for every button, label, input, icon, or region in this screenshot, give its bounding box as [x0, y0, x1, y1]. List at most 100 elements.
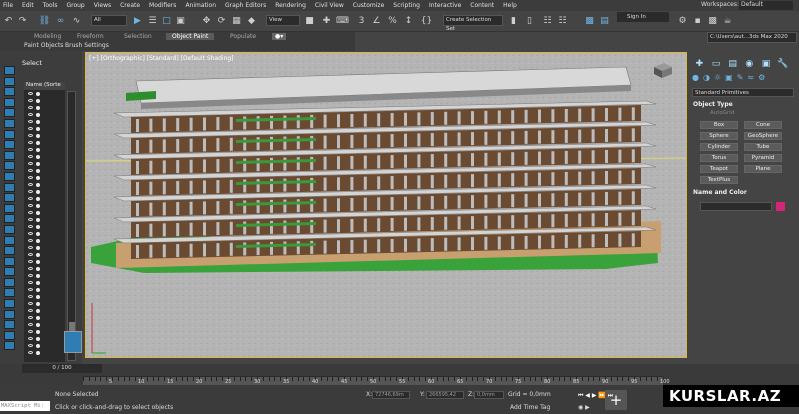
menu-item-interactive[interactable]: Interactive: [429, 2, 461, 9]
render-frame-icon[interactable]: ▩: [706, 14, 719, 28]
menu-item-help[interactable]: Help: [503, 2, 517, 9]
schematic-view-icon[interactable]: ▤: [598, 14, 611, 28]
autogrid-checkbox[interactable]: AutoGrid: [710, 110, 734, 116]
visibility-eye-icon[interactable]: [28, 141, 33, 144]
brush-settings-label[interactable]: Brush Settings: [65, 42, 109, 49]
rectangular-selection-icon[interactable]: □: [160, 14, 173, 28]
viewcube-icon[interactable]: [652, 61, 674, 79]
reference-coordinate-dropdown[interactable]: View: [266, 15, 300, 26]
visibility-eye-icon[interactable]: [28, 127, 33, 130]
render-setup-icon[interactable]: ▪: [691, 14, 704, 28]
time-config-icons[interactable]: ◉ ▶: [578, 404, 590, 411]
scene-list-row[interactable]: [24, 209, 65, 216]
scene-list-row[interactable]: [24, 251, 65, 258]
scene-list-row[interactable]: [24, 328, 65, 335]
explorer-filter-icon[interactable]: [4, 87, 15, 97]
bind-space-warp-icon[interactable]: ∿: [70, 14, 83, 28]
visibility-eye-icon[interactable]: [28, 337, 33, 340]
tab-populate[interactable]: Populate: [230, 33, 256, 40]
scene-list-row[interactable]: [24, 139, 65, 146]
explorer-filter-icon[interactable]: [4, 193, 15, 203]
visibility-eye-icon[interactable]: [28, 344, 33, 347]
object-color-swatch[interactable]: [776, 202, 785, 211]
sign-in-button[interactable]: Sign In: [617, 12, 669, 22]
track-bar[interactable]: 5 10 15 20 25 30 35 40 45 50 55 60 65 70 75 80 85 90 95 100: [83, 376, 670, 385]
scene-list-row[interactable]: [24, 286, 65, 293]
cameras-icon[interactable]: ▣: [725, 73, 733, 84]
move-icon[interactable]: ✥: [200, 14, 213, 28]
scene-list[interactable]: Name (Sorte: [24, 82, 65, 362]
explorer-filter-icon[interactable]: [4, 182, 15, 192]
utilities-tab-icon[interactable]: 🔧: [774, 59, 791, 71]
viewport-label[interactable]: [+] [Orthographic] [Standard] [Default S…: [89, 55, 234, 62]
scene-list-row[interactable]: [24, 195, 65, 202]
maxscript-listener-input[interactable]: MAXScript Mi:: [0, 401, 50, 411]
scene-list-row[interactable]: [24, 104, 65, 111]
workspaces-dropdown[interactable]: Default: [739, 1, 793, 10]
time-slider[interactable]: 0 / 100: [22, 364, 102, 373]
scene-list-row[interactable]: [24, 160, 65, 167]
visibility-eye-icon[interactable]: [28, 316, 33, 319]
project-path-field[interactable]: C:\Users\aut...3ds Max 2020: [707, 32, 797, 43]
scene-list-row[interactable]: [24, 230, 65, 237]
visibility-eye-icon[interactable]: [28, 295, 33, 298]
cone-button[interactable]: Cone: [744, 121, 782, 129]
visibility-eye-icon[interactable]: [28, 176, 33, 179]
scene-list-row[interactable]: [24, 132, 65, 139]
menu-item-civil-view[interactable]: Civil View: [315, 2, 344, 9]
toggle-scene-explorer-icon[interactable]: ☷: [541, 14, 554, 28]
menu-item-modifiers[interactable]: Modifiers: [149, 2, 176, 9]
explorer-filter-icon[interactable]: [4, 235, 15, 245]
scene-list-row[interactable]: [24, 125, 65, 132]
material-editor-icon[interactable]: ⚙: [676, 14, 689, 28]
helpers-icon[interactable]: ✎: [737, 73, 744, 84]
explorer-filter-icon[interactable]: [4, 203, 15, 213]
unlink-icon[interactable]: ∞: [54, 14, 67, 28]
geosphere-button[interactable]: GeoSphere: [744, 132, 782, 140]
redo-icon[interactable]: ↷: [16, 14, 29, 28]
visibility-eye-icon[interactable]: [28, 162, 33, 165]
visibility-eye-icon[interactable]: [28, 218, 33, 221]
scene-list-row[interactable]: [24, 90, 65, 97]
explorer-filter-icon[interactable]: [4, 309, 15, 319]
explorer-filter-icon[interactable]: [4, 224, 15, 234]
scene-list-row[interactable]: [24, 265, 65, 272]
mirror-icon[interactable]: ▮: [507, 14, 520, 28]
visibility-eye-icon[interactable]: [28, 183, 33, 186]
visibility-eye-icon[interactable]: [28, 134, 33, 137]
explorer-filter-icon[interactable]: [4, 256, 15, 266]
menu-item-edit[interactable]: Edit: [22, 2, 34, 9]
select-manipulate-icon[interactable]: ✚: [320, 14, 333, 28]
scene-list-row[interactable]: [24, 97, 65, 104]
tab-modeling[interactable]: Modeling: [34, 33, 61, 40]
viewport-orthographic[interactable]: [+] [Orthographic] [Standard] [Default S…: [85, 52, 687, 358]
visibility-eye-icon[interactable]: [28, 197, 33, 200]
scene-list-row[interactable]: [24, 307, 65, 314]
visibility-eye-icon[interactable]: [28, 274, 33, 277]
object-type-rollout[interactable]: Object Type: [693, 101, 733, 108]
scene-list-row[interactable]: [24, 146, 65, 153]
shapes-icon[interactable]: ◑: [703, 73, 710, 84]
explorer-filter-icon[interactable]: [4, 97, 15, 107]
layer-explorer-icon[interactable]: ☷: [556, 14, 569, 28]
explorer-filter-icon[interactable]: [4, 246, 15, 256]
explorer-filter-icon[interactable]: [4, 76, 15, 86]
menu-item-graph-editors[interactable]: Graph Editors: [225, 2, 266, 9]
align-icon[interactable]: ▯: [523, 14, 536, 28]
z-coordinate-field[interactable]: 0,0mm: [474, 391, 504, 399]
pivot-center-icon[interactable]: ■: [303, 14, 316, 28]
explorer-bottom-icon[interactable]: [64, 331, 82, 353]
scene-list-row[interactable]: [24, 349, 65, 356]
cylinder-button[interactable]: Cylinder: [700, 143, 738, 151]
spinner-snap-icon[interactable]: ↕: [402, 14, 415, 28]
tab-freeform[interactable]: Freeform: [77, 33, 104, 40]
visibility-eye-icon[interactable]: [28, 351, 33, 354]
tube-button[interactable]: Tube: [744, 143, 782, 151]
edit-named-selection-icon[interactable]: {}: [420, 14, 433, 28]
scene-list-row[interactable]: [24, 223, 65, 230]
scene-list-scrollbar[interactable]: [67, 91, 76, 361]
y-coordinate-field[interactable]: 266595,42: [426, 391, 464, 399]
scene-list-row[interactable]: [24, 293, 65, 300]
systems-icon[interactable]: ⚙: [758, 73, 765, 84]
scene-list-row[interactable]: [24, 258, 65, 265]
